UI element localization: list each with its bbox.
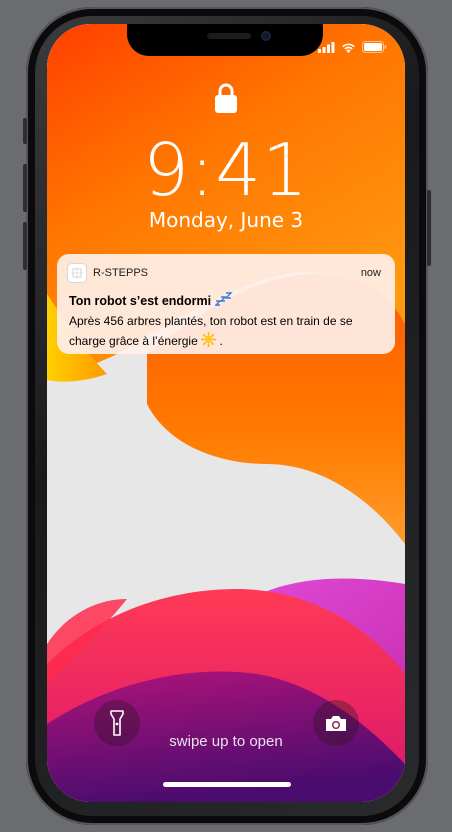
earpiece-speaker (207, 33, 251, 39)
notification-card[interactable]: R-STEPPS now Ton robot s’est endormi Apr… (57, 254, 395, 354)
sun-emoji-icon (201, 332, 219, 348)
clock-time: 9:41 (143, 128, 309, 212)
status-bar (318, 41, 387, 53)
silent-switch (23, 118, 27, 144)
power-button (427, 190, 431, 266)
cellular-signal-icon (318, 41, 335, 53)
sleeping-zzz-icon (213, 292, 233, 308)
swipe-up-hint: swipe up to open (169, 733, 283, 750)
clock-date: Monday, June 3 (148, 208, 304, 232)
camera-icon (326, 715, 346, 731)
volume-down-button (23, 222, 27, 270)
notification-body: Après 456 arbres plantés, ton robot est … (69, 311, 383, 351)
home-indicator[interactable] (163, 782, 291, 787)
notification-body-end: . (219, 334, 223, 348)
notification-title-text: Ton robot s’est endormi (69, 294, 212, 308)
app-icon (68, 264, 86, 282)
lock-icon (215, 83, 237, 113)
volume-up-button (23, 164, 27, 212)
notification-title: Ton robot s’est endormi (69, 292, 233, 308)
battery-icon (362, 41, 387, 53)
wifi-icon (342, 43, 355, 53)
front-camera (261, 31, 271, 41)
lock-screen[interactable]: 9:41 Monday, June 3 R-STEPPS now Ton rob… (47, 24, 405, 802)
notch (127, 24, 323, 56)
notification-time: now (360, 267, 381, 279)
notification-app-name: R-STEPPS (93, 267, 149, 279)
